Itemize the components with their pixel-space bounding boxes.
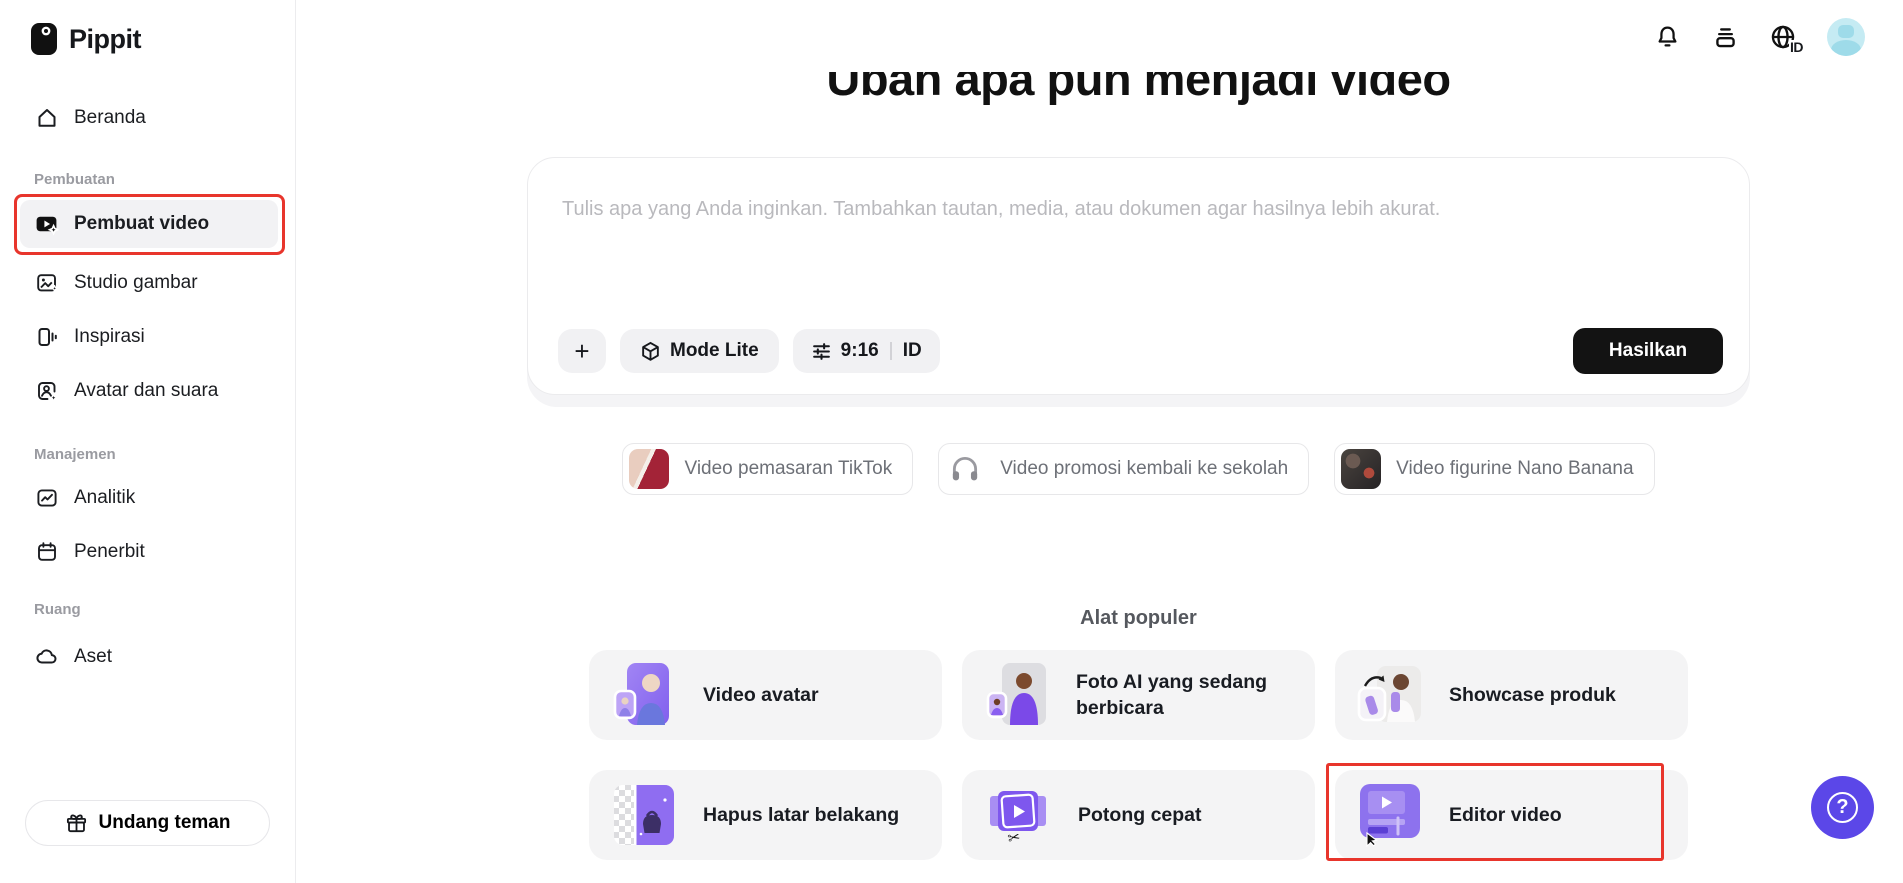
gift-icon bbox=[65, 812, 88, 835]
sidebar-item-label: Aset bbox=[74, 646, 113, 667]
suggestion-chips: Video pemasaran TikTok Video promosi kem… bbox=[527, 443, 1750, 495]
video-editor-thumbnail bbox=[1357, 780, 1423, 850]
prompt-input[interactable]: Tulis apa yang Anda inginkan. Tambahkan … bbox=[562, 198, 1709, 221]
invite-friends-button[interactable]: Undang teman bbox=[25, 800, 270, 846]
tool-video-avatar[interactable]: Video avatar bbox=[589, 650, 942, 740]
prompt-composer: Tulis apa yang Anda inginkan. Tambahkan … bbox=[527, 157, 1750, 407]
sidebar: Pippit Beranda Pembuatan Pembuat video S… bbox=[0, 0, 296, 883]
tool-showcase-produk[interactable]: Showcase produk bbox=[1335, 650, 1688, 740]
sidebar-item-penerbit[interactable]: Penerbit bbox=[20, 535, 278, 569]
help-button[interactable]: ? bbox=[1811, 776, 1874, 839]
tool-potong-cepat[interactable]: ✂ Potong cepat bbox=[962, 770, 1315, 860]
sliders-icon bbox=[811, 341, 832, 362]
sidebar-item-aset[interactable]: Aset bbox=[20, 640, 278, 674]
language-code-label: ID bbox=[1789, 39, 1804, 55]
add-media-button[interactable]: + bbox=[558, 329, 606, 373]
tool-label: Video avatar bbox=[703, 683, 819, 706]
sidebar-item-inspirasi[interactable]: Inspirasi bbox=[20, 320, 278, 354]
suggestion-back-to-school[interactable]: Video promosi kembali ke sekolah bbox=[938, 443, 1310, 495]
inspiration-icon bbox=[34, 325, 59, 350]
page-title: Ubah apa pun menjadi video bbox=[826, 72, 1451, 105]
sidebar-item-label: Avatar dan suara bbox=[74, 380, 219, 401]
sidebar-item-analitik[interactable]: Analitik bbox=[20, 481, 278, 515]
suggestion-nano-banana[interactable]: Video figurine Nano Banana bbox=[1334, 443, 1655, 495]
tool-foto-ai[interactable]: Foto AI yang sedang berbicara bbox=[962, 650, 1315, 740]
sidebar-item-label: Penerbit bbox=[74, 541, 145, 562]
quick-cut-thumbnail: ✂ bbox=[984, 780, 1052, 850]
sidebar-item-studio-gambar[interactable]: Studio gambar bbox=[20, 266, 278, 300]
cube-mode-icon bbox=[640, 341, 661, 362]
composer-language-label: ID bbox=[902, 340, 922, 361]
divider bbox=[889, 342, 892, 360]
video-maker-icon bbox=[34, 212, 59, 237]
svg-text:✂: ✂ bbox=[1006, 829, 1022, 846]
sidebar-item-beranda[interactable]: Beranda bbox=[20, 101, 278, 135]
composer-controls: + Mode Lite 9:16 ID Hasilkan bbox=[558, 328, 1723, 374]
video-avatar-thumbnail bbox=[611, 660, 677, 730]
talking-photo-thumbnail bbox=[984, 660, 1050, 730]
ratio-language-button[interactable]: 9:16 ID bbox=[792, 329, 940, 373]
image-studio-icon bbox=[34, 271, 59, 296]
language-globe-icon[interactable]: ID bbox=[1769, 23, 1804, 54]
sidebar-item-pembuat-video[interactable]: Pembuat video bbox=[20, 200, 278, 248]
headphones-icon bbox=[945, 449, 985, 489]
sidebar-item-label: Analitik bbox=[74, 487, 136, 508]
product-showcase-thumbnail bbox=[1357, 660, 1423, 730]
sidebar-item-label: Inspirasi bbox=[74, 326, 145, 347]
suggestion-label: Video figurine Nano Banana bbox=[1396, 458, 1634, 479]
sidebar-item-label: Pembuat video bbox=[74, 213, 210, 234]
avatar-silhouette bbox=[1838, 25, 1854, 38]
prompt-card[interactable]: Tulis apa yang Anda inginkan. Tambahkan … bbox=[527, 157, 1750, 395]
sidebar-item-label: Beranda bbox=[74, 107, 146, 128]
mode-lite-button[interactable]: Mode Lite bbox=[620, 329, 779, 373]
tool-editor-video[interactable]: Editor video bbox=[1335, 770, 1688, 860]
tiktok-marketing-thumbnail bbox=[629, 449, 670, 489]
publisher-calendar-icon bbox=[34, 540, 59, 565]
tool-label: Foto AI yang sedang berbicara bbox=[1076, 670, 1268, 719]
analytics-icon bbox=[34, 486, 59, 511]
remove-background-thumbnail bbox=[611, 780, 677, 850]
suggestion-tiktok-marketing[interactable]: Video pemasaran TikTok bbox=[622, 443, 914, 495]
cloud-assets-icon bbox=[34, 645, 59, 670]
tool-label: Editor video bbox=[1449, 803, 1562, 826]
user-avatar[interactable] bbox=[1827, 18, 1865, 56]
pippit-logo[interactable]: Pippit bbox=[30, 22, 142, 56]
figurine-thumbnail bbox=[1341, 449, 1382, 489]
suggestion-label: Video pemasaran TikTok bbox=[684, 458, 893, 479]
home-icon bbox=[34, 106, 59, 131]
sidebar-section-manajemen: Manajemen bbox=[34, 446, 116, 463]
sidebar-section-ruang: Ruang bbox=[34, 601, 81, 618]
invite-friends-label: Undang teman bbox=[98, 812, 231, 833]
main-area: ID Ubah apa pun menjadi video Tulis apa … bbox=[296, 0, 1903, 883]
question-mark-icon: ? bbox=[1827, 792, 1858, 823]
popular-tools-grid: Video avatar Foto AI yang sedang berbica… bbox=[589, 650, 1688, 860]
sidebar-item-avatar-dan-suara[interactable]: Avatar dan suara bbox=[20, 374, 278, 408]
content-column: Ubah apa pun menjadi video Tulis apa yan… bbox=[527, 0, 1750, 883]
sidebar-section-pembuatan: Pembuatan bbox=[34, 171, 115, 188]
avatar-voice-icon bbox=[34, 379, 59, 404]
sidebar-item-label: Studio gambar bbox=[74, 272, 198, 293]
tool-label: Showcase produk bbox=[1449, 683, 1616, 706]
pippit-logo-icon bbox=[31, 23, 57, 55]
tool-label: Hapus latar belakang bbox=[703, 803, 900, 826]
mode-lite-label: Mode Lite bbox=[670, 340, 759, 361]
tool-hapus-latar-belakang[interactable]: Hapus latar belakang bbox=[589, 770, 942, 860]
generate-button[interactable]: Hasilkan bbox=[1573, 328, 1723, 374]
app-title: Pippit bbox=[69, 23, 142, 54]
popular-tools-heading: Alat populer bbox=[1080, 607, 1197, 629]
tool-label: Potong cepat bbox=[1078, 803, 1202, 826]
page-title-clip: Ubah apa pun menjadi video bbox=[527, 72, 1750, 126]
aspect-ratio-label: 9:16 bbox=[840, 340, 879, 361]
suggestion-label: Video promosi kembali ke sekolah bbox=[1000, 458, 1289, 479]
